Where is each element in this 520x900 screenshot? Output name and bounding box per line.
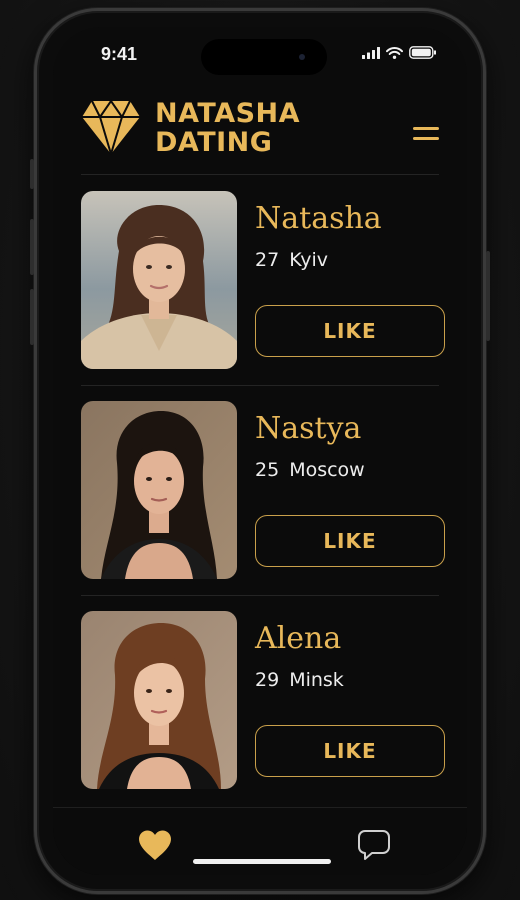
diamond-icon (82, 99, 140, 155)
like-button[interactable]: LIKE (255, 515, 445, 567)
profile-meta: 29 Minsk (255, 669, 344, 691)
status-bar: 9:41 (53, 27, 467, 77)
home-indicator[interactable] (193, 859, 331, 864)
profile-meta: 27 Kyiv (255, 249, 328, 271)
dynamic-island (201, 39, 327, 75)
phone-side-button (30, 159, 34, 189)
menu-icon[interactable] (413, 127, 439, 143)
phone-volume-up (30, 219, 34, 275)
wifi-icon (386, 46, 403, 59)
status-icons (362, 46, 437, 59)
brand-line-2: DATING (155, 127, 273, 158)
battery-icon (409, 46, 436, 59)
profile-age: 25 (255, 459, 280, 481)
header-divider (81, 174, 439, 175)
profile-photo[interactable] (81, 401, 237, 579)
profile-age: 27 (255, 249, 280, 271)
like-button[interactable]: LIKE (255, 725, 445, 777)
app-screen: 9:41 NATASHA DATING Natasha 27 Kyiv LIKE… (53, 27, 467, 875)
profile-meta: 25 Moscow (255, 459, 365, 481)
phone-frame: 9:41 NATASHA DATING Natasha 27 Kyiv LIKE… (30, 8, 490, 894)
card-divider (81, 595, 439, 596)
profile-city: Minsk (289, 669, 344, 691)
like-button[interactable]: LIKE (255, 305, 445, 357)
card-divider (81, 385, 439, 386)
profile-card: Nastya 25 Moscow LIKE (81, 401, 445, 579)
heart-icon[interactable] (137, 829, 173, 861)
profile-photo[interactable] (81, 191, 237, 369)
profile-city: Kyiv (289, 249, 329, 271)
chat-bubble-icon[interactable] (357, 828, 391, 862)
cellular-signal-icon (362, 46, 380, 59)
profile-city: Moscow (289, 459, 365, 481)
bottom-nav (53, 807, 467, 875)
profile-name: Natasha (255, 201, 382, 236)
brand-line-1: NATASHA (155, 98, 301, 129)
profile-card: Natasha 27 Kyiv LIKE (81, 191, 445, 369)
phone-power-button (486, 251, 490, 341)
status-time: 9:41 (101, 44, 138, 64)
profile-name: Alena (255, 621, 342, 656)
profile-age: 29 (255, 669, 280, 691)
profile-name: Nastya (255, 411, 362, 446)
brand-title: NATASHA DATING (155, 99, 300, 157)
phone-volume-down (30, 289, 34, 345)
profile-card: Alena 29 Minsk LIKE (81, 611, 445, 789)
profile-photo[interactable] (81, 611, 237, 789)
